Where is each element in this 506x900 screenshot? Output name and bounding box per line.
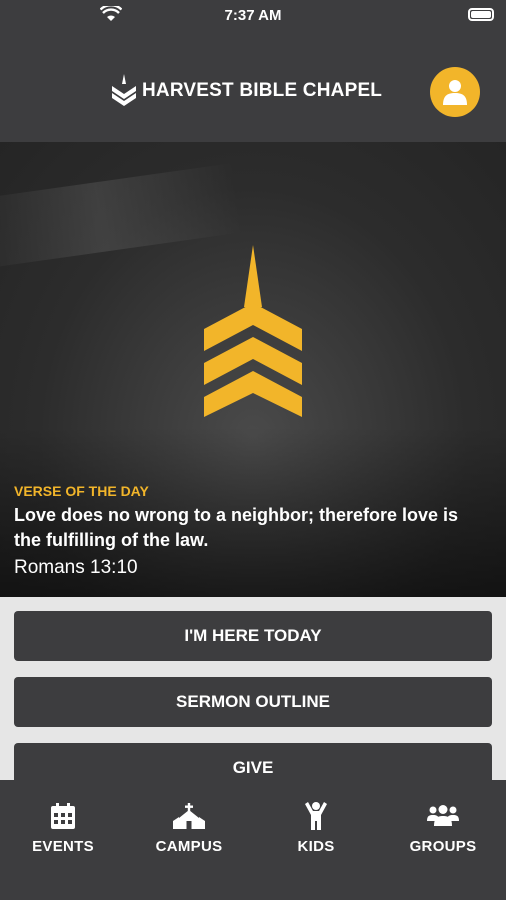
child-icon bbox=[305, 802, 327, 830]
verse-reference: Romans 13:10 bbox=[14, 557, 138, 578]
tab-bar: EVENTS CAMPUS KIDS GROUPS bbox=[0, 780, 506, 900]
verse-hero: VERSE OF THE DAY Love does no wrong to a… bbox=[0, 142, 506, 597]
tab-groups[interactable]: GROUPS bbox=[380, 780, 506, 900]
tab-campus[interactable]: CAMPUS bbox=[126, 780, 252, 900]
sermon-outline-button[interactable]: SERMON OUTLINE bbox=[14, 677, 492, 727]
status-time: 7:37 AM bbox=[224, 6, 282, 24]
church-icon bbox=[173, 803, 205, 829]
verse-eyebrow: VERSE OF THE DAY bbox=[14, 483, 149, 499]
battery-icon bbox=[468, 8, 494, 21]
wifi-icon bbox=[100, 6, 122, 21]
profile-button[interactable] bbox=[430, 67, 480, 117]
tab-groups-label: GROUPS bbox=[409, 838, 477, 855]
im-here-today-button[interactable]: I'M HERE TODAY bbox=[14, 611, 492, 661]
action-list: I'M HERE TODAY SERMON OUTLINE GIVE bbox=[0, 597, 506, 780]
status-bar: 7:37 AM bbox=[0, 0, 506, 30]
harvest-logo-icon bbox=[112, 74, 136, 106]
tab-kids-label: KIDS bbox=[297, 838, 335, 855]
app-header: HARVEST BIBLE CHAPEL bbox=[0, 30, 506, 142]
tab-kids[interactable]: KIDS bbox=[253, 780, 379, 900]
calendar-icon bbox=[51, 803, 75, 829]
user-icon bbox=[443, 80, 467, 105]
group-icon bbox=[427, 805, 459, 826]
app-title: HARVEST BIBLE CHAPEL bbox=[142, 80, 383, 101]
tab-events[interactable]: EVENTS bbox=[0, 780, 126, 900]
verse-text: Love does no wrong to a neighbor; theref… bbox=[14, 505, 459, 550]
tab-campus-label: CAMPUS bbox=[155, 838, 223, 855]
harvest-chevron-logo-icon bbox=[204, 245, 302, 417]
give-button[interactable]: GIVE bbox=[14, 743, 492, 780]
brand: HARVEST BIBLE CHAPEL bbox=[112, 74, 382, 108]
tab-events-label: EVENTS bbox=[32, 838, 94, 855]
